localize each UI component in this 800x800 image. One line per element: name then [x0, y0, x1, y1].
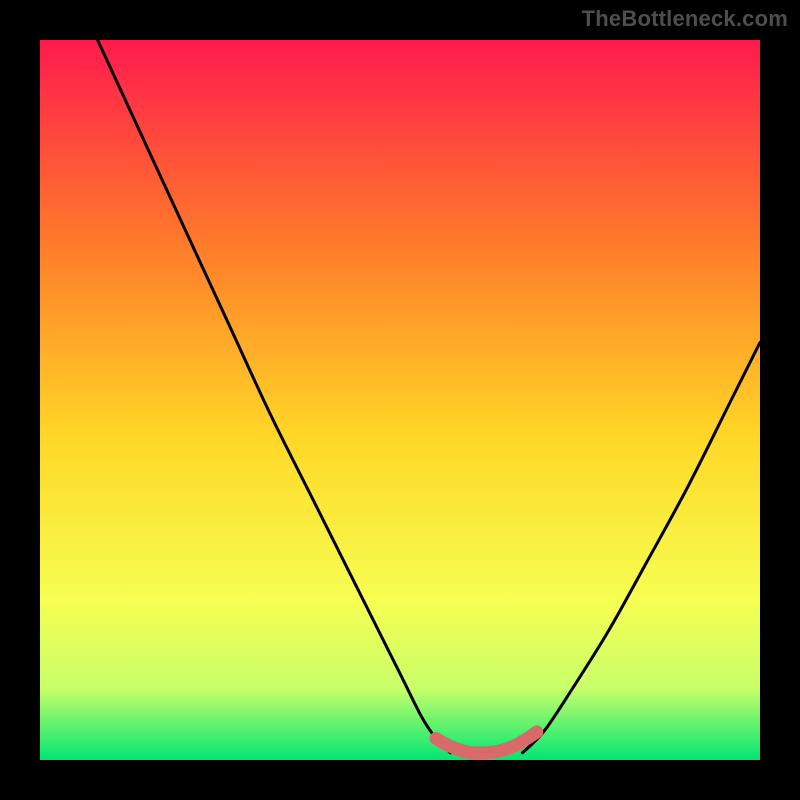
optimum-band-dots — [430, 725, 544, 759]
plot-area — [40, 40, 760, 760]
watermark-text: TheBottleneck.com — [582, 6, 788, 32]
chart-frame: TheBottleneck.com — [0, 0, 800, 800]
curve-layer — [40, 40, 760, 760]
left-branch-curve — [98, 40, 451, 753]
right-branch-curve — [522, 342, 760, 752]
optimum-dot — [530, 725, 543, 738]
